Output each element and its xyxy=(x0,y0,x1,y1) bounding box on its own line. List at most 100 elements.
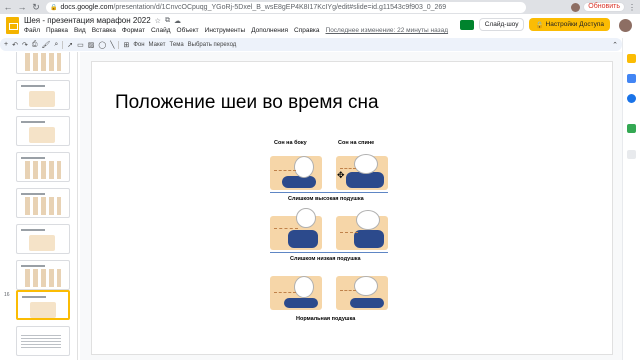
thumbnail-row[interactable] xyxy=(0,152,77,186)
panel-back-normal xyxy=(336,268,388,310)
spine-line xyxy=(274,228,298,231)
new-slide-icon[interactable]: + xyxy=(4,41,8,48)
menu-view[interactable]: Вид xyxy=(74,27,86,34)
collapse-toolbar-icon[interactable]: ⌃ xyxy=(612,41,622,49)
thumbnail-figure xyxy=(25,197,61,215)
transition-button[interactable]: Выбрать переход xyxy=(188,42,237,48)
slide-thumbnail[interactable] xyxy=(16,188,70,218)
app-header: Шея - презентация марафон 2022 ☆ ⧉ ☁ Фай… xyxy=(0,14,640,38)
head-shape xyxy=(354,276,378,296)
slide-thumbnail[interactable] xyxy=(16,80,70,110)
addons-icon[interactable] xyxy=(627,150,636,159)
pillow-shape xyxy=(282,176,316,188)
comment-icon[interactable]: ⊞ xyxy=(123,41,129,49)
theme-button[interactable]: Тема xyxy=(170,42,184,48)
thumbnail-title xyxy=(22,296,46,298)
panel-side-normal xyxy=(270,268,322,310)
thumbnail-row[interactable] xyxy=(0,260,77,294)
back-icon[interactable]: ← xyxy=(2,1,14,13)
profile-avatar[interactable] xyxy=(571,2,581,12)
meet-icon[interactable] xyxy=(459,19,474,30)
menu-format[interactable]: Формат xyxy=(122,27,145,34)
menu-insert[interactable]: Вставка xyxy=(92,27,116,34)
pillow-shape xyxy=(346,172,384,188)
slide-thumbnail[interactable] xyxy=(16,326,70,356)
textbox-icon[interactable]: ▭ xyxy=(77,41,84,49)
maps-icon[interactable] xyxy=(627,124,636,133)
menu-file[interactable]: Файл xyxy=(24,27,40,34)
label-too-high: Слишком высокая подушка xyxy=(288,196,364,202)
layout-button[interactable]: Макет xyxy=(149,42,166,48)
thumbnail-figure xyxy=(25,53,61,71)
line-icon[interactable]: ╲ xyxy=(110,41,114,49)
menu-slide[interactable]: Слайд xyxy=(151,27,171,34)
thumbnail-figure xyxy=(29,235,55,251)
star-icon[interactable]: ☆ xyxy=(155,17,161,25)
image-icon[interactable]: ▨ xyxy=(88,41,95,49)
tasks-icon[interactable] xyxy=(627,74,636,83)
zoom-icon[interactable]: ⌕ xyxy=(54,41,58,49)
forward-icon[interactable]: → xyxy=(16,1,28,13)
shape-icon[interactable]: ◯ xyxy=(98,41,106,49)
spine-line xyxy=(274,292,296,295)
contacts-icon[interactable] xyxy=(627,94,636,103)
move-icon[interactable]: ⧉ xyxy=(165,17,170,25)
thumbnail-row[interactable] xyxy=(0,80,77,114)
head-shape xyxy=(296,208,316,228)
thumbnail-title xyxy=(21,229,45,231)
share-lock-icon: 🔒 xyxy=(535,21,544,29)
browser-bar: ← → ↻ 🔒 docs.google.com /presentation/d/… xyxy=(0,0,640,14)
thumbnail-row[interactable] xyxy=(0,116,77,150)
menu-tools[interactable]: Инструменты xyxy=(205,27,246,34)
slideshow-button[interactable]: Слайд-шоу xyxy=(478,18,525,31)
slide-thumbnail[interactable] xyxy=(16,116,70,146)
thumbnail-row-selected[interactable]: 16 xyxy=(0,290,77,324)
toolbar: + ↶ ↷ ⎙ 🖌 ⌕ ➚ ▭ ▨ ◯ ╲ ⊞ Фон Макет Тема В… xyxy=(0,38,622,51)
label-side-sleep: Сон на боку xyxy=(274,140,307,146)
sleep-position-figure[interactable]: Сон на боку Сон на спине Слишком высокая… xyxy=(270,134,400,330)
address-bar[interactable]: 🔒 docs.google.com /presentation/d/1CnvcO… xyxy=(46,1,526,13)
menu-help[interactable]: Справка xyxy=(294,27,320,34)
slide-thumbnail[interactable] xyxy=(16,52,70,74)
redo-icon[interactable]: ↷ xyxy=(22,41,28,49)
menu-object[interactable]: Объект xyxy=(177,27,199,34)
keep-icon[interactable] xyxy=(627,54,636,63)
thumbnail-row[interactable] xyxy=(0,188,77,222)
head-shape xyxy=(294,156,314,178)
update-button[interactable]: Обновить xyxy=(583,2,625,12)
thumbnail-row[interactable] xyxy=(0,326,77,360)
divider-line xyxy=(270,252,388,253)
doc-title[interactable]: Шея - презентация марафон 2022 xyxy=(24,16,151,25)
current-slide[interactable]: Положение шеи во время сна Сон на боку С… xyxy=(92,62,612,354)
slide-thumbnail[interactable] xyxy=(16,224,70,254)
thumbnail-figure xyxy=(29,127,55,143)
pillow-shape xyxy=(284,298,318,308)
account-avatar[interactable] xyxy=(619,19,632,32)
divider-line xyxy=(270,192,388,193)
select-icon[interactable]: ➚ xyxy=(67,41,73,49)
toolbar-divider xyxy=(118,40,120,49)
menu-addons[interactable]: Дополнения xyxy=(251,27,288,34)
slide-thumbnail-selected[interactable] xyxy=(16,290,70,320)
browser-menu-icon[interactable]: ⋮ xyxy=(628,3,636,12)
thumbnail-figure xyxy=(30,302,56,318)
panel-back-high xyxy=(336,208,388,250)
slideshow-label: Слайд-шоу xyxy=(484,21,519,28)
thumbnail-row[interactable] xyxy=(0,224,77,258)
slide-thumbnail[interactable] xyxy=(16,152,70,182)
menu-edit[interactable]: Правка xyxy=(46,27,68,34)
thumbnail-row[interactable] xyxy=(0,52,77,78)
slide-title[interactable]: Положение шеи во время сна xyxy=(115,92,379,114)
paint-format-icon[interactable]: 🖌 xyxy=(41,41,50,49)
head-shape xyxy=(294,276,314,298)
undo-icon[interactable]: ↶ xyxy=(12,41,18,49)
background-button[interactable]: Фон xyxy=(133,42,144,48)
slides-logo-icon[interactable] xyxy=(6,17,19,34)
slide-thumbnail[interactable] xyxy=(16,260,70,290)
reload-icon[interactable]: ↻ xyxy=(30,1,42,13)
url-host: docs.google.com xyxy=(60,3,114,11)
share-button[interactable]: 🔒 Настройки Доступа xyxy=(529,18,610,31)
last-edit-link[interactable]: Последнее изменение: 22 минуты назад xyxy=(326,27,449,34)
panel-side-high xyxy=(270,208,322,250)
print-icon[interactable]: ⎙ xyxy=(32,41,38,49)
